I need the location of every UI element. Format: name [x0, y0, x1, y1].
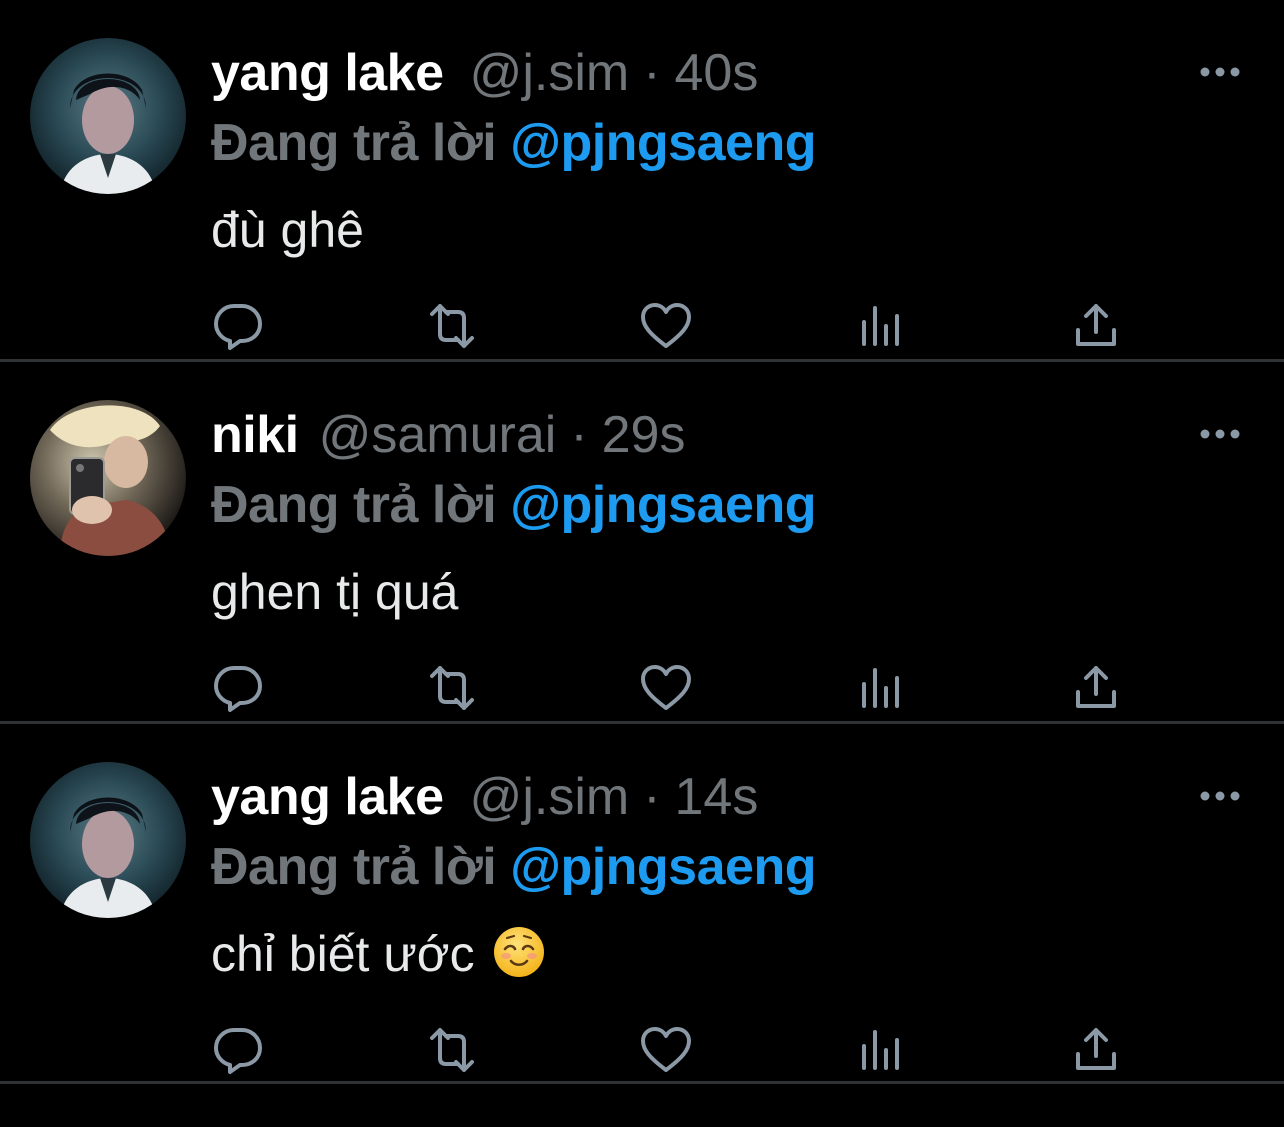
- smiling-face-emoji: [494, 927, 545, 977]
- heart-icon: [638, 662, 694, 714]
- action-bar: [210, 1024, 1130, 1076]
- like-button[interactable]: [638, 1024, 694, 1076]
- retweet-button[interactable]: [424, 662, 480, 714]
- reply-prefix: Đang trả lời: [211, 838, 497, 896]
- views-button[interactable]: [854, 300, 910, 352]
- retweet-icon: [424, 1024, 480, 1076]
- avatar[interactable]: [30, 400, 186, 556]
- tweet-header: yang lake @j.sim · 14s: [211, 766, 758, 828]
- reply-prefix: Đang trả lời: [211, 114, 497, 172]
- analytics-bars-icon: [854, 662, 910, 714]
- separator: ·: [570, 406, 588, 464]
- action-bar: [210, 662, 1130, 714]
- replying-to: Đang trả lời @pjngsaeng: [211, 112, 816, 174]
- share-button[interactable]: [1068, 1024, 1124, 1076]
- share-upload-icon: [1068, 1024, 1124, 1076]
- handle[interactable]: @j.sim: [470, 44, 630, 102]
- share-button[interactable]: [1068, 662, 1124, 714]
- tweet-text-content: chỉ biết ước: [211, 926, 475, 982]
- display-name[interactable]: niki: [211, 406, 299, 464]
- separator: ·: [643, 44, 661, 102]
- tweet-header: niki @samurai · 29s: [211, 404, 685, 466]
- like-button[interactable]: [638, 662, 694, 714]
- replying-to: Đang trả lời @pjngsaeng: [211, 474, 816, 536]
- views-button[interactable]: [854, 1024, 910, 1076]
- retweet-button[interactable]: [424, 1024, 480, 1076]
- reply-mention[interactable]: @pjngsaeng: [510, 114, 816, 172]
- tweet[interactable]: yang lake @j.sim · 14s Đang trả lời @pjngsae…: [0, 724, 1284, 1084]
- reply-button[interactable]: [210, 300, 266, 352]
- handle[interactable]: @samurai: [319, 406, 557, 464]
- analytics-bars-icon: [854, 1024, 910, 1076]
- reply-prefix: Đang trả lời: [211, 476, 497, 534]
- reply-button[interactable]: [210, 662, 266, 714]
- avatar[interactable]: [30, 762, 186, 918]
- replying-to: Đang trả lời @pjngsaeng: [211, 836, 816, 898]
- share-upload-icon: [1068, 662, 1124, 714]
- avatar[interactable]: [30, 38, 186, 194]
- analytics-bars-icon: [854, 300, 910, 352]
- separator: ·: [643, 768, 661, 826]
- reply-bubble-icon: [210, 1024, 266, 1076]
- tweet[interactable]: niki @samurai · 29s Đang trả lời @pjngsaeng …: [0, 362, 1284, 724]
- views-button[interactable]: [854, 662, 910, 714]
- retweet-icon: [424, 662, 480, 714]
- share-button[interactable]: [1068, 300, 1124, 352]
- display-name[interactable]: yang lake: [211, 768, 444, 826]
- reply-button[interactable]: [210, 1024, 266, 1076]
- action-bar: [210, 300, 1130, 352]
- tweet-header: yang lake @j.sim · 40s: [211, 42, 758, 104]
- display-name[interactable]: yang lake: [211, 44, 444, 102]
- share-upload-icon: [1068, 300, 1124, 352]
- reply-bubble-icon: [210, 300, 266, 352]
- handle[interactable]: @j.sim: [470, 768, 630, 826]
- retweet-button[interactable]: [424, 300, 480, 352]
- tweet-text: ghen tị quá: [211, 564, 459, 620]
- reply-mention[interactable]: @pjngsaeng: [510, 476, 816, 534]
- reply-bubble-icon: [210, 662, 266, 714]
- reply-mention[interactable]: @pjngsaeng: [510, 838, 816, 896]
- more-horizontal-icon[interactable]: [1198, 60, 1242, 84]
- timestamp[interactable]: 40s: [675, 44, 759, 102]
- tweet-text: chỉ biết ước: [211, 922, 546, 986]
- retweet-icon: [424, 300, 480, 352]
- heart-icon: [638, 300, 694, 352]
- tweet-text: đù ghê: [211, 202, 364, 258]
- tweet[interactable]: yang lake @j.sim · 40s Đang trả lời @pjngsae…: [0, 0, 1284, 362]
- timestamp[interactable]: 29s: [602, 406, 686, 464]
- heart-icon: [638, 1024, 694, 1076]
- more-horizontal-icon[interactable]: [1198, 422, 1242, 446]
- timestamp[interactable]: 14s: [675, 768, 759, 826]
- like-button[interactable]: [638, 300, 694, 352]
- more-horizontal-icon[interactable]: [1198, 784, 1242, 808]
